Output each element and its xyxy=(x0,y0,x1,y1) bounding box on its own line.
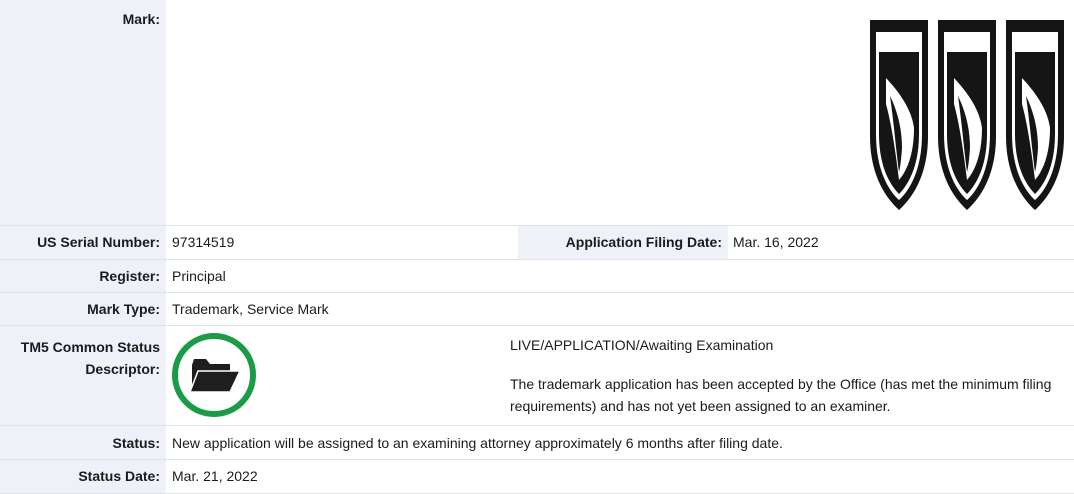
register-label: Register: xyxy=(99,268,160,284)
status-value: New application will be assigned to an e… xyxy=(172,435,783,451)
filing-date-label: Application Filing Date: xyxy=(565,234,722,250)
status-date-label: Status Date: xyxy=(78,468,160,484)
open-folder-icon xyxy=(172,333,256,417)
mark-type-value: Trademark, Service Mark xyxy=(172,301,329,317)
tm5-label-line1: TM5 Common Status xyxy=(20,339,160,355)
mark-type-label-cell: Mark Type: xyxy=(0,293,166,325)
filing-date-label-cell: Application Filing Date: xyxy=(518,226,728,259)
register-label-cell: Register: xyxy=(0,260,166,292)
register-row: Register: Principal xyxy=(0,260,1074,293)
tm5-status-description: The trademark application has been accep… xyxy=(510,376,1052,414)
status-date-value: Mar. 21, 2022 xyxy=(172,468,258,484)
tm5-status-title: LIVE/APPLICATION/Awaiting Examination xyxy=(510,337,774,353)
status-label: Status: xyxy=(112,435,160,451)
trademark-status-page: Mark: US Serial Number: 97314519 Applica… xyxy=(0,0,1074,494)
serial-label-cell: US Serial Number: xyxy=(0,226,166,259)
mark-type-label: Mark Type: xyxy=(87,301,160,317)
status-date-row: Status Date: Mar. 21, 2022 xyxy=(0,460,1074,494)
status-label-cell: Status: xyxy=(0,426,166,459)
tm5-label-cell: TM5 Common Status Descriptor: xyxy=(0,326,166,425)
status-row: Status: New application will be assigned… xyxy=(0,426,1074,460)
register-value: Principal xyxy=(172,268,226,284)
three-bullet-shield-mark-icon xyxy=(870,20,1064,210)
serial-row: US Serial Number: 97314519 Application F… xyxy=(0,226,1074,260)
serial-label: US Serial Number: xyxy=(37,234,160,250)
mark-type-row: Mark Type: Trademark, Service Mark xyxy=(0,293,1074,326)
status-date-label-cell: Status Date: xyxy=(0,460,166,493)
serial-value: 97314519 xyxy=(172,234,235,250)
filing-date-value: Mar. 16, 2022 xyxy=(733,234,819,250)
mark-label: Mark: xyxy=(122,11,160,27)
mark-label-cell: Mark: xyxy=(0,0,166,225)
tm5-label-line2: Descriptor: xyxy=(85,361,160,377)
mark-row: Mark: xyxy=(0,0,1074,226)
